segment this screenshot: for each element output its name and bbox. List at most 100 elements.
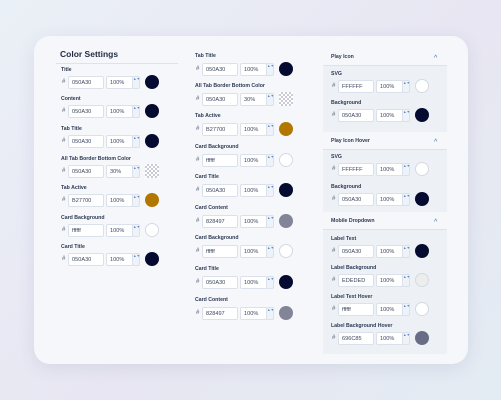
color-swatch[interactable] [279, 214, 293, 228]
opacity-stepper[interactable]: ▲▼ [266, 215, 274, 228]
opacity-stepper[interactable]: ▲▼ [402, 163, 410, 176]
opacity-stepper[interactable]: ▲▼ [402, 80, 410, 93]
opacity-stepper[interactable]: ▲▼ [132, 194, 140, 207]
hex-color-input[interactable] [68, 224, 104, 237]
color-swatch[interactable] [415, 79, 429, 93]
opacity-input[interactable] [376, 274, 403, 287]
hex-color-input[interactable] [338, 245, 374, 258]
color-swatch[interactable] [415, 162, 429, 176]
opacity-stepper[interactable]: ▲▼ [266, 63, 274, 76]
hex-color-input[interactable] [68, 76, 104, 89]
opacity-input[interactable] [240, 307, 267, 320]
opacity-input[interactable] [376, 163, 403, 176]
color-swatch[interactable] [279, 92, 293, 106]
hex-color-input[interactable] [338, 193, 374, 206]
hex-color-input[interactable] [202, 123, 238, 136]
opacity-input[interactable] [240, 184, 267, 197]
hex-color-input[interactable] [202, 154, 238, 167]
color-swatch[interactable] [279, 244, 293, 258]
color-swatch[interactable] [415, 331, 429, 345]
hex-color-input[interactable] [202, 93, 238, 106]
opacity-input[interactable] [376, 332, 403, 345]
opacity-stepper[interactable]: ▲▼ [132, 105, 140, 118]
color-swatch[interactable] [279, 153, 293, 167]
opacity-input[interactable] [106, 135, 133, 148]
opacity-input[interactable] [376, 80, 403, 93]
hex-color-input[interactable] [68, 165, 104, 178]
hex-color-input[interactable] [68, 105, 104, 118]
section-title: Play Icon [331, 54, 354, 60]
opacity-input[interactable] [376, 109, 403, 122]
opacity-stepper[interactable]: ▲▼ [132, 224, 140, 237]
color-swatch[interactable] [279, 306, 293, 320]
chevron-up-icon[interactable]: ^ [434, 219, 437, 226]
color-swatch[interactable] [145, 252, 159, 266]
opacity-input[interactable] [106, 224, 133, 237]
hex-color-input[interactable] [68, 135, 104, 148]
hex-color-input[interactable] [202, 276, 238, 289]
opacity-stepper[interactable]: ▲▼ [132, 135, 140, 148]
color-swatch[interactable] [145, 193, 159, 207]
color-swatch[interactable] [415, 244, 429, 258]
color-swatch[interactable] [415, 108, 429, 122]
hex-color-input[interactable] [202, 307, 238, 320]
color-swatch[interactable] [145, 134, 159, 148]
hex-color-input[interactable] [68, 253, 104, 266]
opacity-stepper[interactable]: ▲▼ [402, 303, 410, 316]
opacity-stepper[interactable]: ▲▼ [402, 245, 410, 258]
hex-color-input[interactable] [338, 80, 374, 93]
opacity-stepper[interactable]: ▲▼ [266, 93, 274, 106]
opacity-input[interactable] [106, 194, 133, 207]
color-swatch[interactable] [279, 183, 293, 197]
color-swatch[interactable] [415, 302, 429, 316]
opacity-input[interactable] [376, 303, 403, 316]
hex-color-input[interactable] [202, 184, 238, 197]
color-swatch[interactable] [145, 164, 159, 178]
opacity-input[interactable] [240, 245, 267, 258]
hex-color-input[interactable] [68, 194, 104, 207]
opacity-input[interactable] [240, 154, 267, 167]
opacity-stepper[interactable]: ▲▼ [402, 332, 410, 345]
color-swatch[interactable] [279, 122, 293, 136]
opacity-input[interactable] [240, 93, 267, 106]
hex-color-input[interactable] [202, 63, 238, 76]
opacity-input[interactable] [106, 165, 133, 178]
opacity-stepper[interactable]: ▲▼ [402, 109, 410, 122]
hex-color-input[interactable] [338, 109, 374, 122]
color-swatch[interactable] [415, 192, 429, 206]
opacity-stepper[interactable]: ▲▼ [132, 76, 140, 89]
opacity-stepper[interactable]: ▲▼ [402, 193, 410, 206]
opacity-input[interactable] [376, 245, 403, 258]
color-swatch[interactable] [145, 75, 159, 89]
opacity-input[interactable] [240, 276, 267, 289]
hex-color-input[interactable] [338, 332, 374, 345]
opacity-stepper[interactable]: ▲▼ [266, 307, 274, 320]
hex-color-input[interactable] [202, 245, 238, 258]
opacity-stepper[interactable]: ▲▼ [266, 276, 274, 289]
color-swatch[interactable] [279, 62, 293, 76]
opacity-input[interactable] [106, 76, 133, 89]
opacity-input[interactable] [240, 63, 267, 76]
opacity-input[interactable] [106, 253, 133, 266]
hex-color-input[interactable] [338, 274, 374, 287]
color-swatch[interactable] [145, 223, 159, 237]
opacity-input[interactable] [376, 193, 403, 206]
opacity-stepper[interactable]: ▲▼ [266, 245, 274, 258]
hex-color-input[interactable] [202, 215, 238, 228]
opacity-stepper[interactable]: ▲▼ [132, 165, 140, 178]
chevron-up-icon[interactable]: ^ [434, 55, 437, 62]
opacity-input[interactable] [240, 215, 267, 228]
chevron-up-icon[interactable]: ^ [434, 139, 437, 146]
opacity-stepper[interactable]: ▲▼ [266, 184, 274, 197]
opacity-stepper[interactable]: ▲▼ [266, 123, 274, 136]
opacity-input[interactable] [240, 123, 267, 136]
hex-color-input[interactable] [338, 303, 374, 316]
opacity-stepper[interactable]: ▲▼ [132, 253, 140, 266]
color-swatch[interactable] [145, 104, 159, 118]
opacity-stepper[interactable]: ▲▼ [402, 274, 410, 287]
color-swatch[interactable] [279, 275, 293, 289]
color-swatch[interactable] [415, 273, 429, 287]
opacity-stepper[interactable]: ▲▼ [266, 154, 274, 167]
opacity-input[interactable] [106, 105, 133, 118]
hex-color-input[interactable] [338, 163, 374, 176]
